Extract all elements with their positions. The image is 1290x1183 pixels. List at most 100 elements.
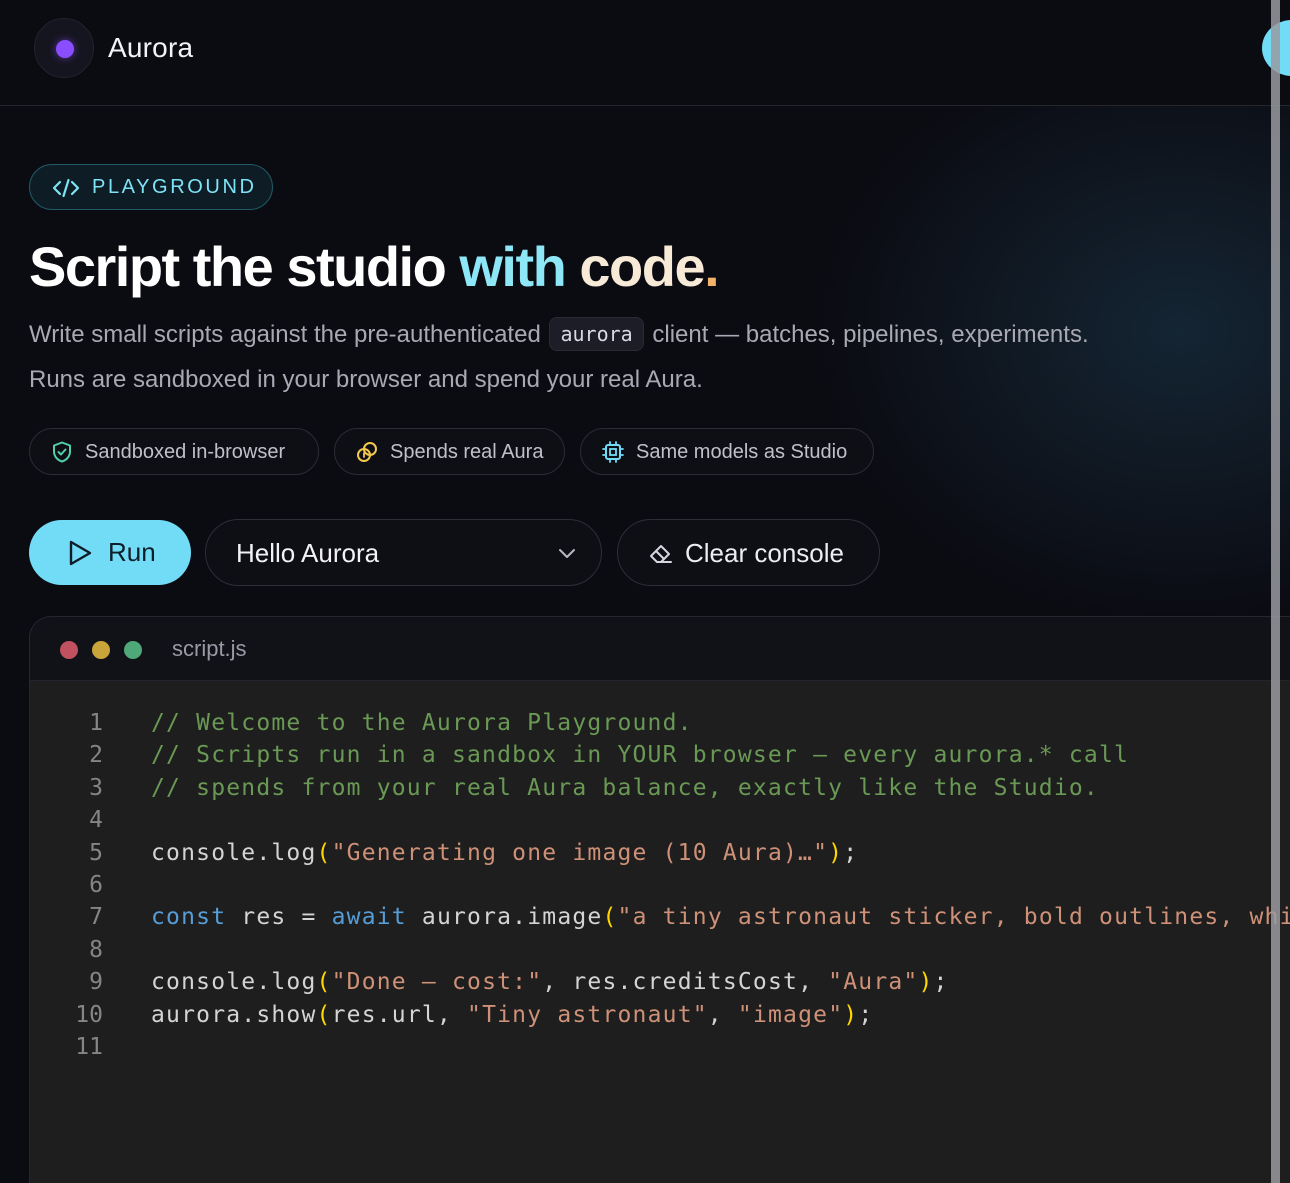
playground-badge: PLAYGROUND (29, 164, 273, 210)
code-token: "Generating one image (10 Aura)…" (331, 839, 829, 866)
line-number: 3 (89, 774, 103, 801)
code-line: 11 (30, 1031, 1290, 1063)
line-number: 5 (89, 839, 103, 866)
line-number: 10 (75, 1001, 103, 1028)
chevron-down-icon (559, 549, 575, 558)
feature-chip-label: Same models as Studio (636, 441, 848, 463)
window-minimize-dot (92, 641, 110, 659)
code-line: 2 // Scripts run in a sandbox in YOUR bro… (30, 739, 1290, 771)
brand-name[interactable]: Aurora (108, 32, 193, 64)
code-line: 4 (30, 804, 1290, 836)
code-token: // Welcome to the Aurora Playground. (151, 710, 693, 736)
code-token: res = (226, 904, 332, 931)
code-token: ( (316, 839, 332, 866)
line-source: // spends from your real Aura balance, e… (151, 772, 1099, 804)
description-line-1: Write small scripts against the pre-auth… (29, 312, 1249, 357)
code-token: res.url, (331, 1001, 468, 1028)
code-token: "a tiny astronaut sticker, bold outlines… (617, 904, 1290, 931)
code-token: "Tiny astronaut" (467, 1001, 708, 1028)
window-maximize-dot (124, 641, 142, 659)
code-token: await (331, 904, 407, 931)
code-token: "Done — cost:" (331, 969, 543, 996)
code-text-area[interactable]: 1 // Welcome to the Aurora Playground. 2 //… (30, 681, 1290, 1063)
code-token: ( (316, 1001, 332, 1028)
playground-page: Aurora PLAYGROUND Script the studio with… (0, 0, 1290, 1183)
aurora-logo[interactable] (34, 18, 94, 78)
editor-filename: script.js (172, 636, 247, 661)
code-token: , (707, 1001, 738, 1028)
run-button[interactable]: Run (29, 520, 191, 585)
window-close-dot (60, 641, 78, 659)
title-part-1: Script the studio (29, 235, 460, 298)
logo-dot-icon (56, 40, 74, 58)
cpu-chip-icon (602, 441, 624, 463)
code-token: // Scripts run in a sandbox in YOUR brow… (151, 742, 1130, 769)
line-number: 11 (75, 1033, 103, 1060)
line-number: 4 (89, 807, 103, 834)
shield-check-icon (53, 441, 71, 463)
feature-chip-models: Same models as Studio (580, 428, 874, 475)
playground-badge-label: PLAYGROUND (92, 176, 257, 198)
code-token: const (151, 904, 227, 931)
line-source: console.log("Done — cost:", res.creditsC… (151, 966, 949, 998)
code-line: 3 // spends from your real Aura balance, … (30, 772, 1290, 804)
code-token: ) (918, 969, 934, 996)
line-number: 8 (89, 936, 103, 963)
code-line: 5 console.log("Generating one image (10 A… (30, 837, 1290, 869)
code-token: ; (933, 969, 949, 996)
line-number: 6 (89, 871, 103, 898)
example-select-value: Hello Aurora (236, 538, 380, 568)
inline-code-aurora: aurora (549, 317, 644, 351)
line-source: aurora.show(res.url, "Tiny astronaut", "… (151, 999, 873, 1031)
page-description: Write small scripts against the pre-auth… (29, 312, 1249, 402)
description-text-after: client — batches, pipelines, experiments… (645, 321, 1089, 348)
code-token: console.log (151, 839, 317, 866)
page-title: Script the studio with code. (29, 232, 720, 302)
coins-icon (357, 442, 377, 462)
line-number: 9 (89, 969, 103, 996)
code-token: console.log (151, 969, 317, 996)
clear-console-label: Clear console (685, 538, 844, 568)
description-line-2: Runs are sandboxed in your browser and s… (29, 366, 703, 393)
code-token: aurora.show (151, 1001, 317, 1028)
code-token: aurora.image (406, 904, 603, 931)
code-line: 10 aurora.show(res.url, "Tiny astronaut",… (30, 999, 1290, 1031)
run-button-label: Run (108, 537, 156, 567)
line-number: 1 (89, 710, 103, 736)
top-bar: Aurora (0, 0, 1290, 106)
code-token: ) (828, 839, 844, 866)
code-token: ; (843, 839, 859, 866)
code-line: 7 const res = await aurora.image("a tiny … (30, 901, 1290, 933)
line-source: const res = await aurora.image("a tiny a… (151, 901, 1290, 933)
line-source: // Scripts run in a sandbox in YOUR brow… (151, 739, 1129, 771)
example-select[interactable]: Hello Aurora (205, 519, 602, 586)
eraser-icon (650, 545, 672, 563)
line-source: // Welcome to the Aurora Playground. (151, 707, 693, 739)
clear-console-button[interactable]: Clear console (617, 519, 880, 586)
feature-chip-label: Sandboxed in-browser (85, 441, 286, 463)
play-icon (69, 540, 92, 566)
code-token: // spends from your real Aura balance, e… (151, 774, 1099, 801)
title-part-3: code (579, 235, 705, 298)
line-number: 2 (89, 742, 103, 769)
code-token: ) (843, 1001, 859, 1028)
feature-chip-sandboxed: Sandboxed in-browser (29, 428, 319, 475)
code-token: "image" (737, 1001, 844, 1028)
feature-chip-aura: Spends real Aura (334, 428, 565, 475)
page-scrollbar[interactable] (1271, 0, 1280, 1183)
code-line: 9 console.log("Done — cost:", res.credits… (30, 966, 1290, 998)
code-token: , res.creditsCost, (542, 969, 829, 996)
title-part-2: with (459, 235, 580, 298)
code-editor[interactable]: script.js 1 // Welcome to the Aurora Play… (29, 616, 1290, 1183)
line-source: console.log("Generating one image (10 Au… (151, 837, 858, 869)
code-line: 6 (30, 869, 1290, 901)
line-number: 7 (89, 904, 103, 931)
code-token: "Aura" (828, 969, 919, 996)
feature-chip-label: Spends real Aura (390, 441, 544, 463)
code-token: ( (316, 969, 332, 996)
code-line: 8 (30, 934, 1290, 966)
title-part-4: . (704, 235, 720, 298)
code-line: 1 // Welcome to the Aurora Playground. (30, 707, 1290, 739)
code-token: ; (858, 1001, 874, 1028)
code-token: ( (602, 904, 618, 931)
